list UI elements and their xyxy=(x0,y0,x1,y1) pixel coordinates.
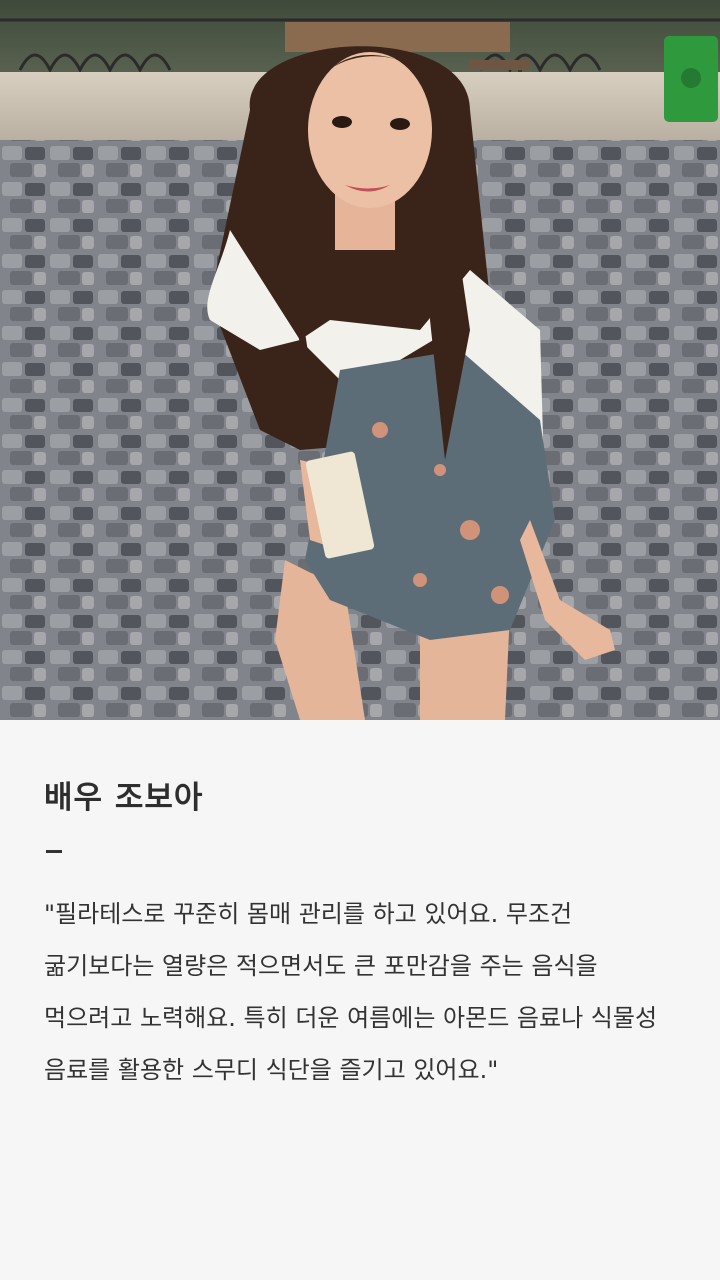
name-divider xyxy=(46,850,62,853)
portrait-photo-illustration xyxy=(0,0,720,720)
celebrity-name-heading: 배우 조보아 xyxy=(44,780,204,816)
quote-text: "필라테스로 꾸준히 몸매 관리를 하고 있어요. 무조건 굶기보다는 열량은 … xyxy=(44,900,658,1084)
portrait-photo xyxy=(0,0,720,720)
